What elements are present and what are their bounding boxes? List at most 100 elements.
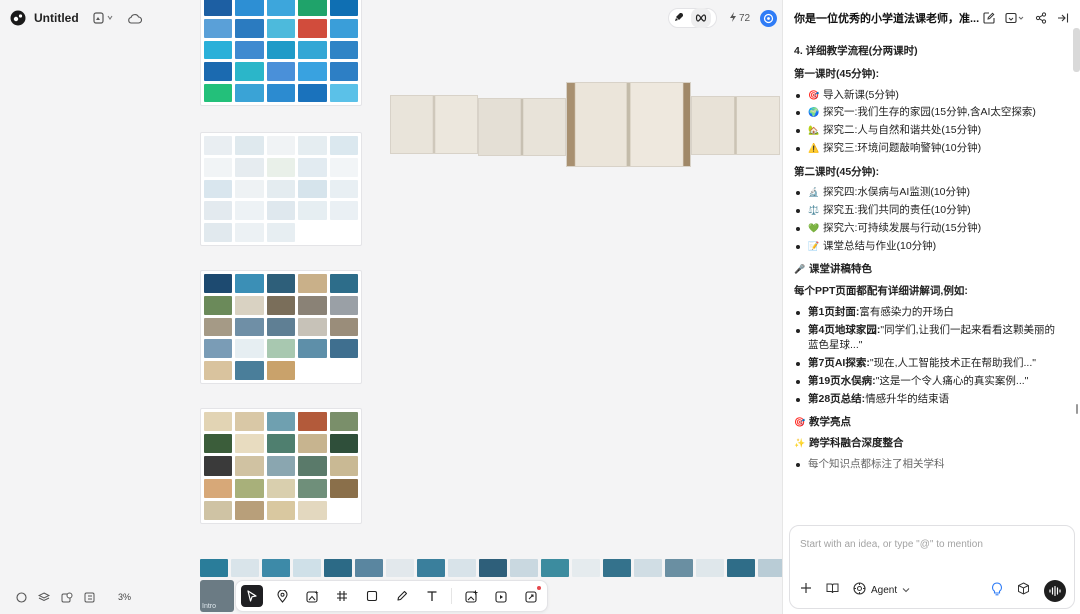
slide-thumbnail[interactable] [204, 434, 233, 454]
slide-thumbnail[interactable] [298, 40, 327, 60]
slide-thumbnail[interactable] [204, 179, 233, 199]
share-icon[interactable] [1035, 12, 1047, 24]
slide-thumbnail[interactable] [298, 83, 327, 102]
filmstrip-slide[interactable] [510, 559, 538, 577]
slide-thumbnail[interactable] [298, 412, 327, 432]
slide-thumbnail[interactable] [329, 434, 358, 454]
image-upload-tool[interactable] [460, 585, 482, 607]
video-tool[interactable] [490, 585, 512, 607]
infinity-icon[interactable] [691, 8, 711, 28]
slide-thumbnail[interactable] [266, 201, 296, 221]
filmstrip-slide[interactable] [479, 559, 507, 577]
textbook-photo[interactable] [478, 98, 566, 156]
slide-thumbnail[interactable] [329, 136, 358, 155]
slide-thumbnail[interactable] [298, 500, 327, 520]
slide-thumbnail[interactable] [266, 434, 296, 454]
slide-thumbnail[interactable] [235, 40, 264, 60]
slide-thumbnail[interactable] [204, 274, 233, 293]
agent-selector[interactable]: Agent [853, 582, 910, 598]
slide-thumbnail[interactable] [266, 478, 296, 498]
slide-filmstrip[interactable] [200, 559, 782, 579]
slide-thumbnail[interactable] [329, 478, 358, 498]
slide-thumbnail[interactable] [266, 223, 296, 242]
grid-settings-icon[interactable] [84, 591, 96, 603]
app-logo-icon[interactable] [10, 10, 26, 26]
slide-thumbnail[interactable] [235, 434, 264, 454]
filmstrip-slide[interactable] [293, 559, 321, 577]
book-icon[interactable] [826, 581, 839, 599]
history-dropdown-icon[interactable] [1005, 12, 1025, 24]
slide-thumbnail[interactable] [235, 339, 264, 359]
location-pin-tool[interactable] [271, 585, 293, 607]
slide-thumbnail[interactable] [298, 157, 327, 177]
chat-input[interactable] [800, 534, 1060, 554]
user-avatar[interactable] [760, 9, 778, 27]
slide-board-2[interactable] [200, 132, 362, 246]
filmstrip-slide[interactable] [262, 559, 290, 577]
slide-thumbnail[interactable] [266, 500, 296, 520]
document-title[interactable]: Untitled [34, 11, 79, 25]
slide-thumbnail[interactable] [329, 223, 358, 242]
zoom-level[interactable]: 3% [118, 592, 131, 602]
mode-pill[interactable] [668, 8, 717, 28]
upscale-tool[interactable] [520, 585, 542, 607]
slide-thumbnail[interactable] [298, 478, 327, 498]
frame-tool[interactable] [331, 585, 353, 607]
slide-thumbnail[interactable] [204, 201, 233, 221]
slide-thumbnail[interactable] [266, 317, 296, 337]
filmstrip-slide[interactable] [603, 559, 631, 577]
slide-thumbnail[interactable] [266, 412, 296, 432]
slide-thumbnail[interactable] [266, 339, 296, 359]
slide-thumbnail[interactable] [204, 83, 233, 102]
slide-thumbnail[interactable] [204, 136, 233, 155]
slide-thumbnail[interactable] [235, 201, 264, 221]
slide-thumbnail[interactable] [235, 179, 264, 199]
slide-thumbnail[interactable] [329, 62, 358, 81]
add-attachment-icon[interactable] [800, 581, 812, 599]
slide-thumbnail[interactable] [329, 339, 358, 359]
slide-thumbnail[interactable] [204, 361, 233, 380]
slide-thumbnail[interactable] [235, 317, 264, 337]
slide-thumbnail[interactable] [235, 62, 264, 81]
slide-thumbnail[interactable] [329, 40, 358, 60]
slide-board-4[interactable] [200, 408, 362, 524]
slide-board-3[interactable] [200, 270, 362, 384]
slide-thumbnail[interactable] [204, 456, 233, 476]
layers-icon[interactable] [38, 591, 50, 603]
filmstrip-slide[interactable] [634, 559, 662, 577]
slide-thumbnail[interactable] [204, 317, 233, 337]
filmstrip-slide[interactable] [355, 559, 383, 577]
chat-title[interactable]: 你是一位优秀的小学道法课老师，准... [794, 10, 983, 26]
textbook-photo[interactable] [390, 95, 478, 154]
rectangle-tool[interactable] [361, 585, 383, 607]
slide-thumbnail[interactable] [298, 136, 327, 155]
slide-thumbnail[interactable] [298, 274, 327, 293]
slide-thumbnail[interactable] [329, 157, 358, 177]
slide-thumbnail[interactable] [298, 317, 327, 337]
filmstrip-slide[interactable] [200, 559, 228, 577]
filmstrip-slide[interactable] [231, 559, 259, 577]
slide-thumbnail[interactable] [329, 456, 358, 476]
slide-thumbnail[interactable] [204, 339, 233, 359]
slide-thumbnail[interactable] [298, 456, 327, 476]
scroll-position-marker[interactable] [1076, 404, 1078, 414]
filmstrip-slide[interactable] [541, 559, 569, 577]
pen-tool[interactable] [391, 585, 413, 607]
slide-thumbnail[interactable] [266, 456, 296, 476]
slide-thumbnail[interactable] [235, 157, 264, 177]
cube-icon[interactable] [1017, 582, 1030, 600]
textbook-photo[interactable] [691, 96, 780, 155]
slide-thumbnail[interactable] [235, 478, 264, 498]
slide-thumbnail[interactable] [329, 201, 358, 221]
filmstrip-slide[interactable] [696, 559, 724, 577]
filmstrip-slide[interactable] [417, 559, 445, 577]
filmstrip-slide[interactable] [572, 559, 600, 577]
slide-thumbnail[interactable] [235, 295, 264, 315]
cloud-sync-icon[interactable] [127, 10, 143, 26]
slide-thumbnail[interactable] [235, 361, 264, 380]
slide-thumbnail[interactable] [204, 412, 233, 432]
mode-switch-icon[interactable] [93, 10, 115, 26]
slide-thumbnail[interactable] [329, 317, 358, 337]
slide-thumbnail[interactable] [204, 500, 233, 520]
textbook-photos[interactable] [390, 82, 780, 167]
